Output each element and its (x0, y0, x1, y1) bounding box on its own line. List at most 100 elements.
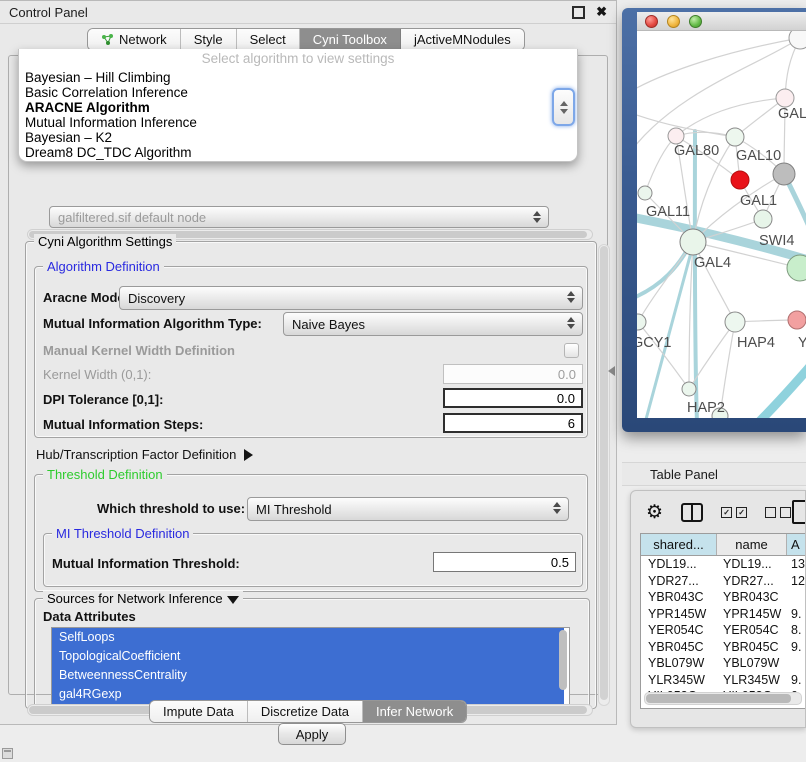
network-edge[interactable] (637, 243, 691, 299)
vscrollbar-thumb[interactable] (600, 246, 608, 700)
control-panel-tabstrip: Network Style Select Cyni ToolboxjActiveMNo… (87, 28, 525, 51)
attribute-item-selfloops[interactable]: SelfLoops (52, 628, 564, 647)
apply-button[interactable]: Apply (278, 723, 346, 745)
which-threshold-label: Which threshold to use: (97, 501, 245, 516)
tab-network[interactable]: Network (88, 29, 181, 50)
table-cell: YBR043C (717, 590, 787, 604)
column-header-shared-name[interactable]: shared... (641, 534, 717, 555)
network-edge[interactable] (695, 131, 697, 418)
node-gray[interactable] (773, 163, 795, 185)
collapse-down-icon[interactable] (227, 596, 239, 604)
which-threshold-combo[interactable]: MI Threshold (247, 497, 569, 521)
tab-label: Style (194, 32, 223, 47)
table-body: YDL19...YDL19...13YDR27...YDR27...12YBR0… (641, 556, 805, 705)
node-gal4[interactable] (680, 229, 706, 255)
algorithm-option-aracne-algorithm[interactable]: ARACNE Algorithm (19, 100, 577, 115)
deselect-all-checks-icon[interactable] (765, 507, 791, 518)
column-header-partial[interactable]: A (787, 534, 805, 555)
network-edge[interactable] (693, 242, 735, 322)
table-row[interactable]: YDL19...YDL19...13 (641, 556, 805, 573)
network-edge[interactable] (689, 242, 693, 389)
tab-label: Discretize Data (261, 704, 349, 719)
gear-icon[interactable]: ⚙ (646, 503, 663, 522)
data-attributes-label: Data Attributes (43, 609, 136, 624)
node-label-gal11: GAL11 (646, 204, 690, 220)
tab-discretize-data[interactable]: Discretize Data (248, 701, 363, 722)
node-hap2[interactable] (682, 382, 696, 396)
algorithm-option-dream8-dc-tdc-algorithm[interactable]: Dream8 DC_TDC Algorithm (19, 145, 577, 160)
tab-infer-network[interactable]: Infer Network (363, 701, 466, 722)
data-attributes-list[interactable]: SelfLoopsTopologicalCoefficientBetweenne… (51, 627, 570, 706)
hub-definition-toggle[interactable]: Hub/Transcription Factor Definition (36, 447, 253, 462)
aracne-mode-value: Discovery (128, 291, 185, 306)
algorithm-option-basic-correlation-inference[interactable]: Basic Correlation Inference (19, 85, 577, 100)
node-gal10[interactable] (726, 128, 744, 146)
document-icon[interactable] (792, 500, 806, 524)
network-selector-combo[interactable]: galfiltered.sif default node (49, 206, 549, 228)
table-row[interactable]: YBR045CYBR045C9. (641, 639, 805, 656)
tab-label: Select (250, 32, 286, 47)
dpi-tolerance-input[interactable] (443, 388, 583, 408)
table-row[interactable]: YPR145WYPR145W9. (641, 606, 805, 623)
node-gal11[interactable] (638, 186, 652, 200)
node-gcy1[interactable] (637, 314, 646, 330)
node-gal1[interactable] (731, 171, 749, 189)
hscrollbar-thumb[interactable] (646, 694, 791, 703)
mi-steps-input[interactable] (443, 413, 583, 433)
node-gal80[interactable] (668, 128, 684, 144)
table-row[interactable]: YBR043CYBR043C (641, 589, 805, 606)
manual-kernel-checkbox[interactable] (564, 343, 579, 358)
select-all-checks-icon[interactable]: ✓✓ (721, 507, 747, 518)
attributes-vscrollbar[interactable] (558, 629, 568, 703)
node-gal7-partial[interactable] (776, 89, 794, 107)
zoom-traffic-light[interactable] (689, 15, 702, 28)
network-edge[interactable] (645, 136, 676, 193)
panel-divider-arrow[interactable] (603, 366, 615, 376)
node-y-partial[interactable] (788, 311, 806, 329)
column-split-icon[interactable] (681, 503, 703, 522)
mi-threshold-group: MI Threshold Definition Mutual Informati… (43, 533, 583, 587)
minimized-panel-icon[interactable] (2, 748, 13, 759)
attribute-item-betweennesscentrality[interactable]: BetweennessCentrality (52, 666, 564, 685)
mi-threshold-input[interactable] (433, 552, 576, 572)
network-edge[interactable] (637, 38, 800, 91)
algorithm-popup-list: Bayesian – Hill ClimbingBasic Correlatio… (19, 70, 577, 160)
network-edge[interactable] (638, 242, 693, 322)
tab-impute-data[interactable]: Impute Data (150, 701, 248, 722)
table-row[interactable]: YLR345WYLR345W9. (641, 672, 805, 689)
hub-definition-label: Hub/Transcription Factor Definition (36, 447, 236, 462)
table-cell: 9. (787, 673, 805, 687)
algorithm-option-bayesian-k2[interactable]: Bayesian – K2 (19, 130, 577, 145)
float-window-icon[interactable] (572, 6, 585, 19)
close-traffic-light[interactable] (645, 15, 658, 28)
node-hap4[interactable] (725, 312, 745, 332)
control-panel-titlebar[interactable]: Control Panel ✖ (0, 1, 616, 24)
tab-jactivemnodules[interactable]: jActiveMNodules (401, 29, 524, 50)
network-selector-value: galfiltered.sif default node (58, 210, 206, 225)
kernel-width-input[interactable] (443, 364, 583, 384)
tab-style[interactable]: Style (181, 29, 237, 50)
algorithm-option-mutual-information-inference[interactable]: Mutual Information Inference (19, 115, 577, 130)
table-row[interactable]: YER054CYER054C8. (641, 622, 805, 639)
network-edge[interactable] (755, 363, 806, 418)
network-window-titlebar[interactable] (637, 12, 806, 31)
network-canvas[interactable]: GALGAL80GAL10GAL1GAL11SWI4GAL4GCY1HAP4YH… (637, 31, 806, 418)
table-row[interactable]: YDR27...YDR27...12 (641, 573, 805, 590)
table-panel-titlebar[interactable]: Table Panel (622, 462, 806, 486)
focused-spinner-fragment[interactable] (552, 88, 575, 126)
table-row[interactable]: YBL079WYBL079W (641, 655, 805, 672)
tab-select[interactable]: Select (237, 29, 300, 50)
node-swi4[interactable] (754, 210, 772, 228)
minimize-traffic-light[interactable] (667, 15, 680, 28)
aracne-mode-combo[interactable]: Discovery (119, 286, 583, 310)
settings-vscrollbar[interactable] (598, 244, 610, 706)
algorithm-option-bayesian-hill-climbing[interactable]: Bayesian – Hill Climbing (19, 70, 577, 85)
node-top-partial[interactable] (789, 31, 806, 49)
vscrollbar-thumb[interactable] (559, 630, 567, 690)
tab-cyni-toolbox[interactable]: Cyni Toolbox (300, 29, 401, 50)
close-icon[interactable]: ✖ (596, 7, 607, 17)
attribute-item-topologicalcoefficient[interactable]: TopologicalCoefficient (52, 647, 564, 666)
table-hscrollbar[interactable] (644, 692, 802, 705)
column-header-name[interactable]: name (717, 534, 787, 555)
mi-type-combo[interactable]: Naive Bayes (283, 312, 583, 336)
